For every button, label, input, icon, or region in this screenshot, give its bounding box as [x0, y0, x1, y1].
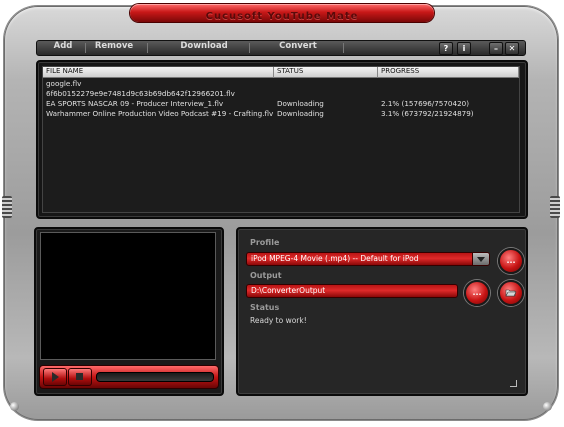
convert-button[interactable]: Convert	[263, 41, 333, 55]
status-message: Ready to work!	[250, 316, 307, 325]
status-label: Status	[250, 303, 280, 312]
file-name-cell: EA SPORTS NASCAR 09 - Producer Interview…	[46, 99, 224, 108]
chevron-down-icon[interactable]	[472, 253, 489, 265]
playback-controls	[39, 365, 219, 389]
screw-bottom-right	[543, 402, 552, 411]
table-row[interactable]: EA SPORTS NASCAR 09 - Producer Interview…	[43, 99, 519, 109]
info-button[interactable]: i	[457, 42, 471, 55]
seek-slider[interactable]	[96, 372, 214, 382]
table-row[interactable]: google.flv	[43, 79, 519, 89]
stop-icon	[76, 373, 83, 380]
title-bar[interactable]: Cucusoft YouTube Mate	[130, 4, 434, 22]
preview-panel	[34, 227, 224, 396]
file-name-cell: Warhammer Online Production Video Podcas…	[46, 109, 274, 118]
video-preview	[40, 232, 216, 360]
profile-dropdown[interactable]: iPod MPEG-4 Movie (.mp4) -- Default for …	[246, 252, 490, 266]
remove-button[interactable]: Remove	[89, 41, 139, 55]
progress-cell: 3.1% (673792/21924879)	[381, 109, 474, 118]
toolbar-separator	[343, 43, 344, 53]
status-cell: Downloading	[277, 99, 324, 108]
progress-cell: 2.1% (157696/7570420)	[381, 99, 470, 108]
output-value: D:\ConverterOutput	[251, 286, 326, 295]
column-header-progress[interactable]: PROGRESS	[378, 67, 519, 78]
toolbar-separator	[85, 43, 86, 53]
stop-button[interactable]	[68, 368, 92, 386]
toolbar-separator	[147, 43, 148, 53]
play-button[interactable]	[43, 368, 67, 386]
folder-open-icon	[505, 289, 517, 297]
resize-grip	[510, 380, 517, 387]
output-label: Output	[250, 271, 282, 280]
column-header-status[interactable]: STATUS	[274, 67, 378, 78]
profile-label: Profile	[250, 238, 280, 247]
minimize-button[interactable]: –	[489, 42, 503, 55]
toolbar-separator	[249, 43, 250, 53]
help-button[interactable]: ?	[439, 42, 453, 55]
file-name-cell: google.flv	[46, 79, 82, 88]
status-cell: Downloading	[277, 109, 324, 118]
play-icon	[52, 372, 59, 382]
profile-value: iPod MPEG-4 Movie (.mp4) -- Default for …	[251, 254, 419, 263]
right-grill	[550, 196, 560, 218]
window-title: Cucusoft YouTube Mate	[205, 11, 359, 22]
close-button[interactable]: ✕	[505, 42, 519, 55]
browse-output-button[interactable]: ...	[464, 280, 490, 306]
toolbar: Add Remove Download Convert ? i – ✕	[36, 40, 526, 56]
table-row[interactable]: Warhammer Online Production Video Podcas…	[43, 109, 519, 119]
screw-bottom-left	[10, 402, 19, 411]
profile-settings-button[interactable]: ...	[498, 248, 524, 274]
output-path-field[interactable]: D:\ConverterOutput	[246, 284, 458, 298]
open-folder-button[interactable]	[498, 280, 524, 306]
file-list[interactable]: FILE NAME STATUS PROGRESS google.flv 6f6…	[42, 66, 520, 213]
settings-panel: Profile iPod MPEG-4 Movie (.mp4) -- Defa…	[236, 227, 528, 396]
left-grill	[2, 196, 12, 218]
file-name-cell: 6f6b0152279e9e7481d9c63b69db642f12966201…	[46, 89, 235, 98]
download-button[interactable]: Download	[169, 41, 239, 55]
table-row[interactable]: 6f6b0152279e9e7481d9c63b69db642f12966201…	[43, 89, 519, 99]
file-list-panel: FILE NAME STATUS PROGRESS google.flv 6f6…	[36, 60, 528, 219]
column-header-file-name[interactable]: FILE NAME	[43, 67, 274, 78]
add-button[interactable]: Add	[43, 41, 83, 55]
